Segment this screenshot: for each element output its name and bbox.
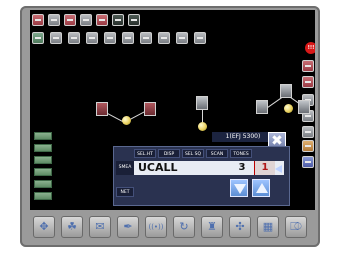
- left-status-bar-5[interactable]: [34, 180, 52, 188]
- right-tile-2[interactable]: [302, 76, 314, 88]
- radio-node-icon[interactable]: [256, 100, 268, 114]
- left-status-bar-1[interactable]: [34, 132, 52, 140]
- second-row-tile-10[interactable]: [194, 32, 206, 44]
- right-tile-7[interactable]: [302, 156, 314, 168]
- repeater-bulb-icon[interactable]: [198, 122, 207, 131]
- second-row-tile-6[interactable]: [122, 32, 134, 44]
- pen-icon[interactable]: ✒: [117, 216, 139, 238]
- top-tile-4[interactable]: [80, 14, 92, 26]
- left-status-bar-3[interactable]: [34, 156, 52, 164]
- left-status-bar-6[interactable]: [34, 192, 52, 200]
- radio-node-icon[interactable]: [96, 102, 108, 116]
- net-button[interactable]: NET: [116, 187, 134, 197]
- tab-tones[interactable]: TONES: [230, 149, 252, 158]
- top-tile-5[interactable]: [96, 14, 108, 26]
- bottom-toolbar: ✥ ☘ ✉ ✒ ((•)) ↻ ♜ ✣ ▦ ⎄: [33, 216, 311, 242]
- second-row-tile-9[interactable]: [176, 32, 188, 44]
- channel-name: UCALL: [138, 161, 178, 174]
- down-arrow-glyph: [234, 184, 246, 194]
- triangle-down-icon[interactable]: [230, 179, 248, 197]
- repeater-bulb-icon[interactable]: [284, 104, 293, 113]
- radio-node-icon[interactable]: [144, 102, 156, 116]
- second-row-tile-4[interactable]: [86, 32, 98, 44]
- second-row-tile-8[interactable]: [158, 32, 170, 44]
- row-label: SMEA: [116, 161, 134, 175]
- top-tile-1[interactable]: [32, 14, 44, 26]
- right-tile-6[interactable]: [302, 140, 314, 152]
- top-tile-6[interactable]: [112, 14, 124, 26]
- channel-number: 1: [254, 161, 275, 175]
- tree-icon[interactable]: ☘: [61, 216, 83, 238]
- left-status-bar-4[interactable]: [34, 168, 52, 176]
- repeater-bulb-icon[interactable]: [122, 116, 131, 125]
- second-row-tile-5[interactable]: [104, 32, 116, 44]
- right-tile-5[interactable]: [302, 126, 314, 138]
- second-row-tile-7[interactable]: [140, 32, 152, 44]
- top-tile-2[interactable]: [48, 14, 60, 26]
- message-icon[interactable]: ✉: [89, 216, 111, 238]
- triangle-up-icon[interactable]: [252, 179, 270, 197]
- tab-sel-ht[interactable]: SEL.HT: [134, 149, 156, 158]
- pan-icon[interactable]: ✣: [229, 216, 251, 238]
- tab-scan[interactable]: SCAN: [206, 149, 228, 158]
- zone-number: 3: [238, 162, 246, 173]
- keypad-icon[interactable]: ▦: [257, 216, 279, 238]
- alert-indicator[interactable]: !!!: [305, 42, 315, 54]
- radio-tower-icon[interactable]: ♜: [201, 216, 223, 238]
- tab-sel-sq[interactable]: SEL SQ: [182, 149, 204, 158]
- refresh-icon[interactable]: ↻: [173, 216, 195, 238]
- right-tile-1[interactable]: [302, 60, 314, 72]
- left-status-bar-2[interactable]: [34, 144, 52, 152]
- device-frame: !!! 1(EFJ 5300) ✖ SEL.HT DISP SEL SQ SCA…: [20, 6, 320, 247]
- top-tile-7[interactable]: [128, 14, 140, 26]
- radio-node-icon[interactable]: [196, 96, 208, 110]
- second-row-tile-1[interactable]: [32, 32, 44, 44]
- move-icon[interactable]: ✥: [33, 216, 55, 238]
- network-name-label: 1(EFJ 5300): [212, 132, 274, 142]
- tab-disp[interactable]: DISP: [158, 149, 180, 158]
- second-row-tile-3[interactable]: [68, 32, 80, 44]
- display-screen: !!! 1(EFJ 5300) ✖ SEL.HT DISP SEL SQ SCA…: [30, 10, 315, 210]
- up-arrow-glyph: [256, 183, 268, 193]
- second-row-tile-2[interactable]: [50, 32, 62, 44]
- radio-node-icon[interactable]: [280, 84, 292, 98]
- triangle-left-icon[interactable]: [275, 165, 282, 173]
- broadcast-icon[interactable]: ((•)): [145, 216, 167, 238]
- top-tile-3[interactable]: [64, 14, 76, 26]
- radio-node-icon[interactable]: [298, 100, 310, 114]
- connector-icon[interactable]: ⎄: [285, 216, 307, 238]
- channel-row[interactable]: SMEA UCALL 3 1: [116, 161, 284, 175]
- channel-control-panel: SEL.HT DISP SEL SQ SCAN TONES SMEA UCALL…: [113, 146, 290, 206]
